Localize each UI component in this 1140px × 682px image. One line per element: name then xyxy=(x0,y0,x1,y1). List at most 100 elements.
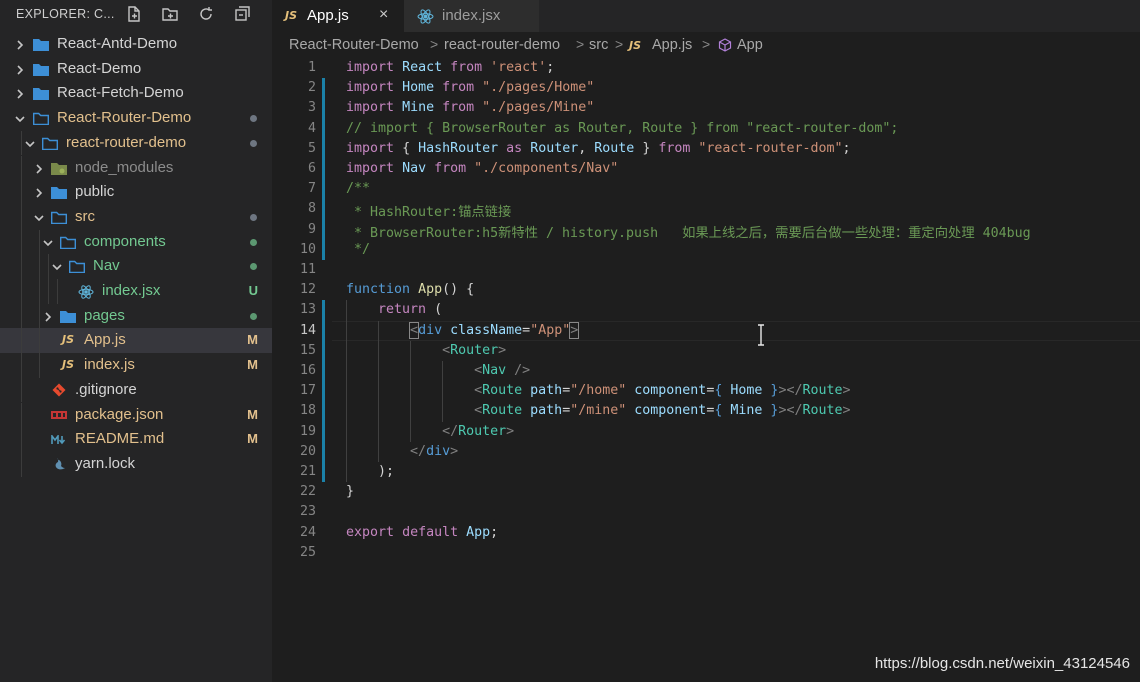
code-line: 13 return ( xyxy=(272,300,1140,321)
new-file-icon[interactable] xyxy=(125,5,143,23)
chevron-right-icon xyxy=(14,38,26,50)
breadcrumb: React-Router-Demo > react-router-demo > … xyxy=(272,32,1140,58)
tree-item-label: App.js xyxy=(84,331,126,349)
code-line: 6 import Nav from "./components/Nav" xyxy=(272,159,1140,180)
code-line: 18 <Route path="/mine" component={ Mine … xyxy=(272,401,1140,422)
chevron-down-icon xyxy=(42,236,54,248)
tree-item-label: index.js xyxy=(84,356,135,374)
git-modified-marker xyxy=(322,118,325,139)
tab-index-jsx[interactable]: index.jsx xyxy=(404,0,539,32)
tree-item-react-demo[interactable]: React-Demo xyxy=(0,57,272,82)
modified-badge: M xyxy=(247,357,258,373)
collapse-all-icon[interactable] xyxy=(233,5,251,23)
tree-item-react-antd-demo[interactable]: React-Antd-Demo xyxy=(0,32,272,57)
javascript-icon: JS xyxy=(629,39,642,52)
line-number: 23 xyxy=(299,504,316,520)
refresh-icon[interactable] xyxy=(197,5,215,23)
code-line: 10 */ xyxy=(272,239,1140,260)
folder-open-icon xyxy=(51,210,67,225)
tree-item-label: React-Router-Demo xyxy=(57,109,192,127)
chevron-right-icon xyxy=(42,310,54,322)
tree-item-package-json[interactable]: package.json M xyxy=(0,402,272,428)
chevron-down-icon xyxy=(33,211,45,223)
new-folder-icon[interactable] xyxy=(161,5,179,23)
tree-item-index-jsx[interactable]: index.jsx U xyxy=(0,279,272,304)
code-line: 7 /** xyxy=(272,179,1140,200)
text-cursor-icon xyxy=(756,324,766,346)
tree-item-react-router-demo-inner[interactable]: react-router-demo xyxy=(0,130,272,156)
chevron-right-icon xyxy=(14,87,26,99)
line-number: 10 xyxy=(299,241,316,257)
tree-item-src[interactable]: src xyxy=(0,204,272,230)
git-modified-marker xyxy=(322,300,325,321)
folder-icon xyxy=(33,86,49,101)
tree-item-label: pages xyxy=(84,306,125,324)
tree-item-pages[interactable]: pages xyxy=(0,303,272,329)
breadcrumb-item[interactable]: react-router-demo xyxy=(444,37,560,53)
git-modified-marker xyxy=(322,401,325,422)
node-modules-folder-icon xyxy=(51,161,67,176)
tree-item-react-router-demo[interactable]: React-Router-Demo xyxy=(0,106,272,131)
code-line: 24 export default App; xyxy=(272,523,1140,543)
tree-item-label: components xyxy=(84,232,166,250)
chevron-down-icon xyxy=(14,112,26,124)
modified-badge: M xyxy=(247,332,258,348)
line-number: 8 xyxy=(307,201,316,217)
code-line: 4 // import { BrowserRouter as Router, R… xyxy=(272,118,1140,139)
folder-open-icon xyxy=(60,235,76,250)
line-number: 4 xyxy=(307,120,316,136)
javascript-icon: JS xyxy=(285,9,298,22)
folder-icon xyxy=(33,37,49,52)
code-line: 22 } xyxy=(272,482,1140,502)
tab-app-js[interactable]: JS App.js × xyxy=(272,0,404,32)
close-icon[interactable]: × xyxy=(379,6,388,24)
tree-item-react-fetch-demo[interactable]: React-Fetch-Demo xyxy=(0,81,272,106)
code-editor[interactable]: 1 import React from 'react'; 2 import Ho… xyxy=(272,58,1140,682)
code-line: 2 import Home from "./pages/Home" xyxy=(272,78,1140,99)
code-line: 15 <Router> xyxy=(272,340,1140,361)
untracked-badge: U xyxy=(248,283,258,298)
git-modified-marker xyxy=(322,462,325,483)
code-line: 5 import { HashRouter as Router, Route }… xyxy=(272,138,1140,159)
tree-item-nav[interactable]: Nav xyxy=(0,254,272,279)
line-number: 16 xyxy=(299,363,316,378)
code-line: 23 xyxy=(272,502,1140,522)
line-number: 7 xyxy=(307,181,316,197)
line-number: 13 xyxy=(299,302,316,318)
modified-dot xyxy=(250,213,257,221)
tree-item-components[interactable]: components xyxy=(0,229,272,255)
tree-item-label: React-Fetch-Demo xyxy=(57,84,184,102)
folder-icon xyxy=(60,309,76,324)
breadcrumb-item[interactable]: App xyxy=(737,37,763,53)
line-number: 19 xyxy=(299,423,316,439)
react-icon xyxy=(417,8,434,29)
modified-dot xyxy=(250,139,257,147)
breadcrumb-item[interactable]: App.js xyxy=(652,37,692,53)
chevron-right-icon xyxy=(33,162,45,174)
tree-item-public[interactable]: public xyxy=(0,180,272,205)
git-modified-marker xyxy=(322,239,325,260)
git-modified-marker xyxy=(322,320,325,341)
breadcrumb-item[interactable]: src xyxy=(589,37,608,53)
tree-item-index-js[interactable]: JS index.js M xyxy=(0,353,272,378)
modified-badge: M xyxy=(247,406,258,422)
git-icon xyxy=(51,383,67,398)
tree-item-readme-md[interactable]: README.md M xyxy=(0,427,272,452)
tree-item-gitignore[interactable]: .gitignore xyxy=(0,377,272,403)
folder-open-icon xyxy=(33,111,49,126)
code-line: 3 import Mine from "./pages/Mine" xyxy=(272,98,1140,119)
git-modified-marker xyxy=(322,381,325,402)
line-number: 17 xyxy=(299,383,316,399)
tree-item-node-modules[interactable]: node_modules xyxy=(0,155,272,181)
chevron-down-icon xyxy=(24,137,36,149)
folder-icon xyxy=(33,62,49,77)
line-number: 14 xyxy=(299,322,316,338)
breadcrumb-item[interactable]: React-Router-Demo xyxy=(289,37,419,53)
chevron-down-icon xyxy=(51,260,63,272)
tree-item-yarn-lock[interactable]: yarn.lock xyxy=(0,451,272,477)
tree-item-app-js[interactable]: JS App.js M xyxy=(0,328,272,354)
javascript-icon: JS xyxy=(61,333,74,347)
react-icon xyxy=(78,284,94,299)
code-line-current: 14 <div className="App"> xyxy=(272,320,1140,341)
tree-item-label: src xyxy=(75,207,95,225)
